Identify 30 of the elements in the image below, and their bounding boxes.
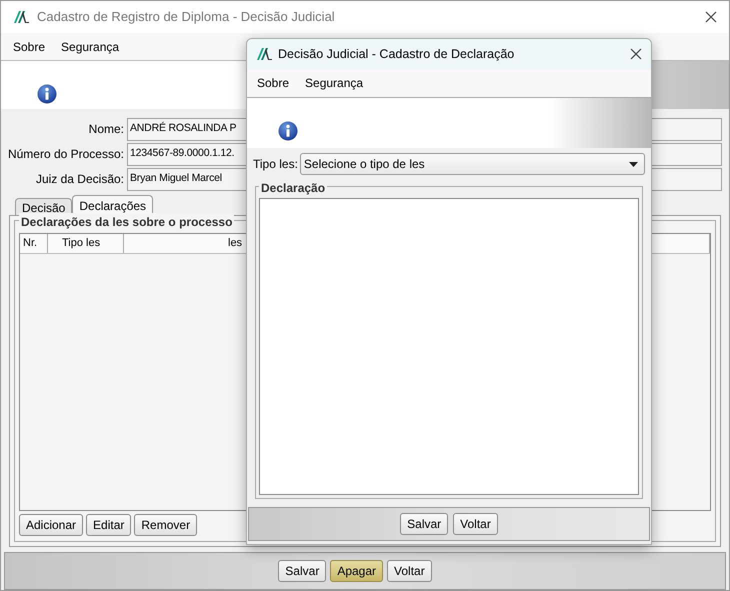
group-title: Declarações da les sobre o processo: [19, 213, 234, 231]
field-label: Tipo les:: [253, 156, 298, 173]
button[interactable]: Salvar: [400, 513, 448, 535]
button[interactable]: Editar: [86, 514, 132, 536]
field-label: Juiz da Decisão:: [36, 171, 124, 188]
logo-icon: [256, 47, 272, 61]
button[interactable]: Adicionar: [19, 514, 84, 536]
button[interactable]: Voltar: [387, 560, 432, 582]
close-icon[interactable]: [705, 11, 717, 23]
logo-icon: [13, 10, 29, 24]
column-header[interactable]: Tipo les: [48, 234, 124, 253]
field-label: Nome:: [88, 121, 124, 138]
menu-item[interactable]: Segurança: [61, 38, 120, 56]
menu-item[interactable]: Segurança: [305, 74, 364, 92]
info-icon: [37, 84, 57, 104]
menu-item[interactable]: Sobre: [13, 38, 46, 56]
button[interactable]: Salvar: [278, 560, 326, 582]
tab[interactable]: Declarações: [72, 195, 154, 215]
window-title: Cadastro de Registro de Diploma - Decisão Judicial: [37, 8, 335, 26]
menu-item[interactable]: Sobre: [257, 74, 290, 92]
button[interactable]: Voltar: [453, 513, 498, 535]
window-title: Decisão Judicial - Cadastro de Declaração: [278, 46, 514, 63]
dropdown[interactable]: Selecione o tipo de les: [300, 153, 645, 175]
button[interactable]: Apagar: [330, 560, 384, 582]
info-icon: [278, 121, 298, 141]
field-label: Número do Processo:: [8, 146, 124, 163]
button[interactable]: Remover: [134, 514, 198, 536]
column-header[interactable]: Nr.: [20, 234, 48, 253]
close-icon[interactable]: [630, 48, 642, 60]
dropdown-arrow-icon: [629, 162, 638, 166]
